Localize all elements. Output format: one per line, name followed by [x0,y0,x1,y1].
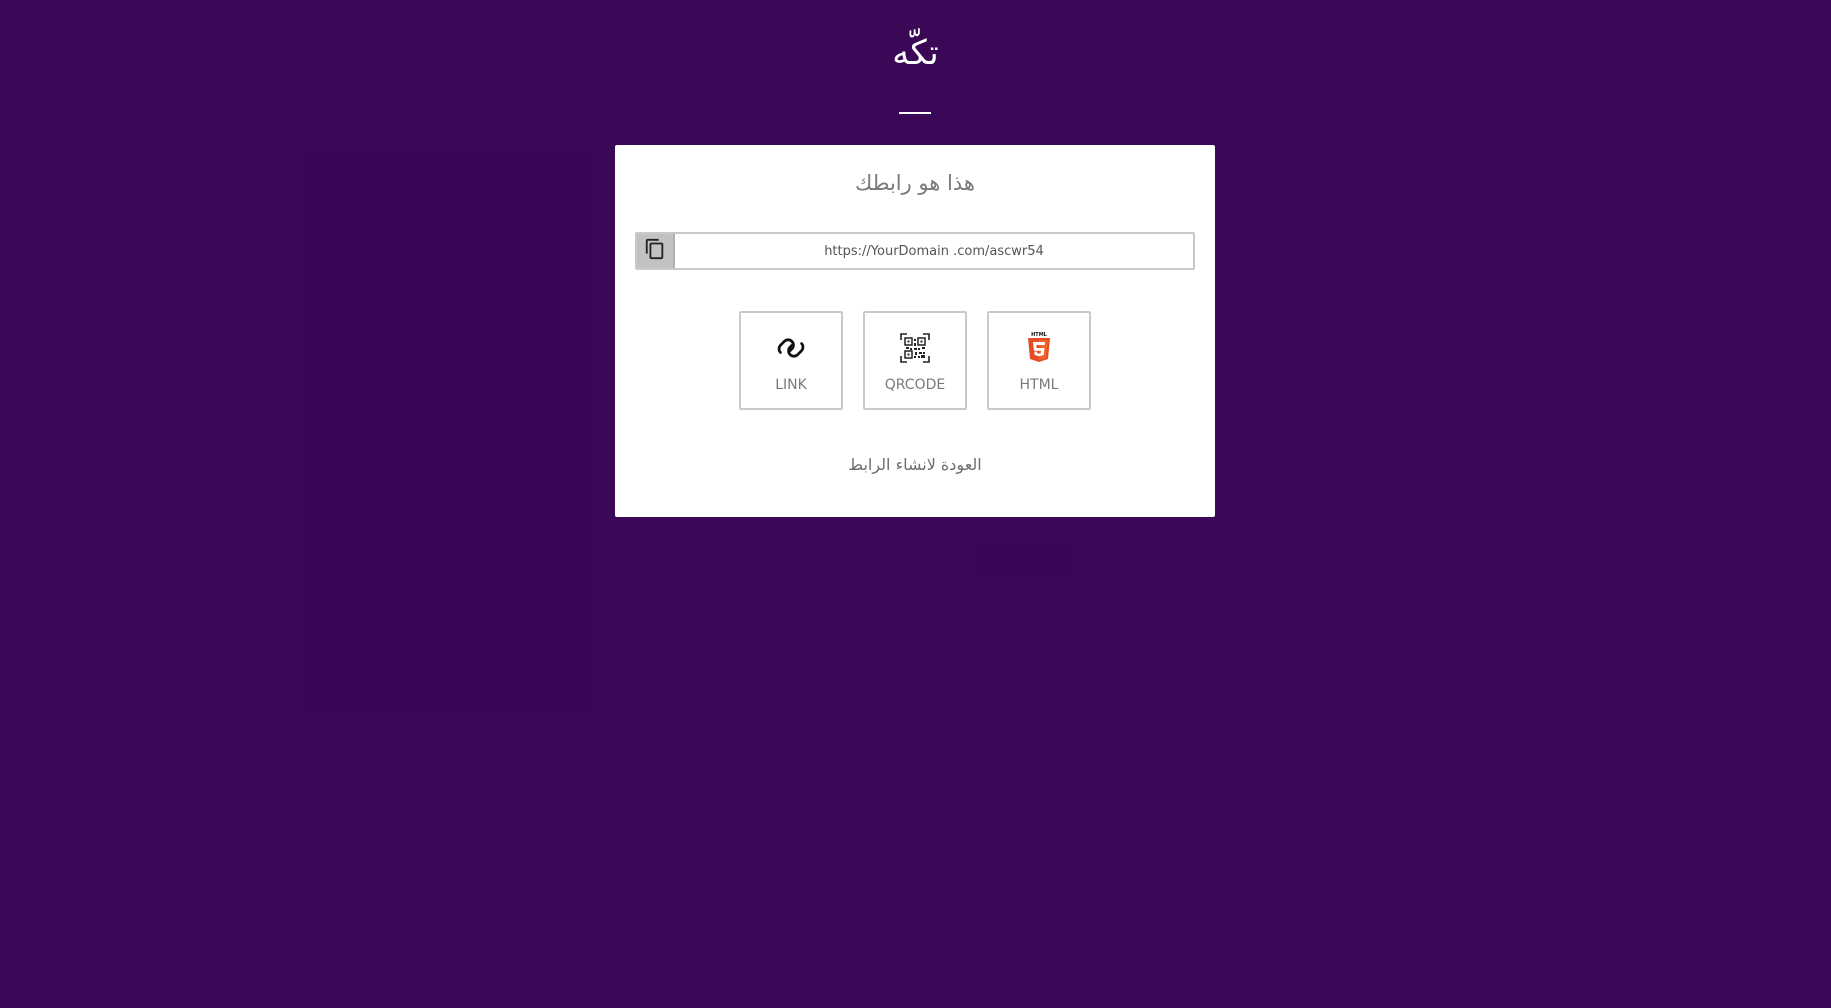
link-option-button[interactable]: LINK [739,311,843,410]
html5-icon: HTML [1022,331,1056,365]
background-box [975,540,1072,582]
qrcode-option-label: QRCODE [884,377,946,393]
site-logo-title: تكّه [892,33,939,73]
html-option-button[interactable]: HTML HTML [987,311,1091,410]
qrcode-option-button[interactable]: QRCODE [863,311,967,410]
title-divider [899,112,931,114]
format-options: LINK QRCODE HTML HTML [615,311,1215,410]
result-card: هذا هو رابطك LINK [615,145,1215,517]
qrcode-icon [898,331,932,365]
background-panel [305,150,597,712]
link-option-label: LINK [775,377,807,393]
copy-icon [644,238,666,264]
back-to-create-link[interactable]: العودة لانشاء الرابط [615,455,1215,474]
url-row [635,232,1195,270]
short-url-field[interactable] [675,234,1193,268]
card-title: هذا هو رابطك [855,171,975,195]
copy-button[interactable] [637,234,675,268]
svg-text:HTML: HTML [1031,332,1048,338]
link-icon [774,331,808,365]
html-option-label: HTML [1019,377,1059,393]
